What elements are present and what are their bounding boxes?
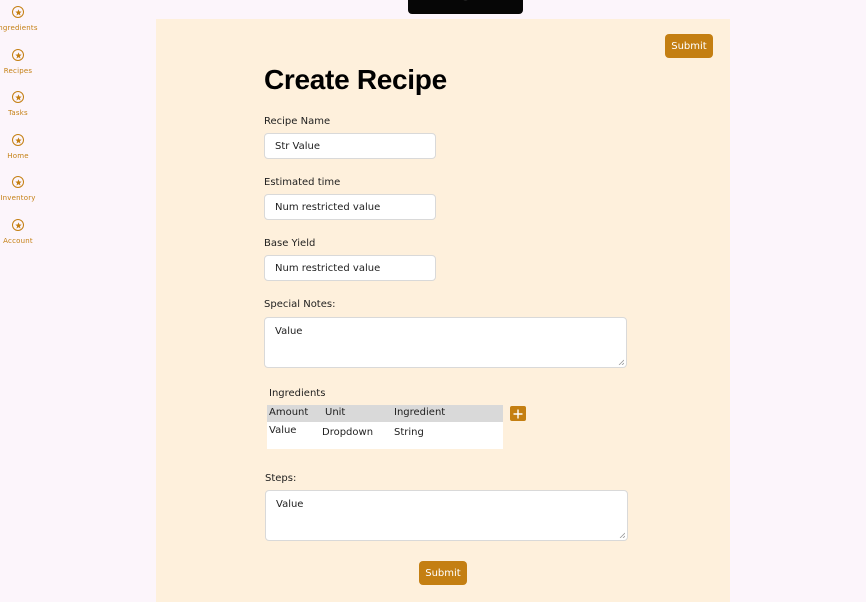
steps-textarea[interactable]: Value <box>265 490 628 541</box>
resize-grip-icon[interactable] <box>618 359 624 365</box>
special-notes-textarea[interactable]: Value <box>264 317 627 368</box>
steps-label: Steps: <box>265 473 297 484</box>
sidebar-item-label: ngredients <box>0 24 38 32</box>
sidebar-item-label: Inventory <box>0 194 36 202</box>
base-yield-input[interactable]: Num restricted value <box>264 255 436 281</box>
sidebar-item-account[interactable]: Account <box>0 219 36 245</box>
star-icon <box>12 6 24 18</box>
base-yield-label: Base Yield <box>264 238 316 249</box>
sidebar-item-inventory[interactable]: Inventory <box>0 176 36 202</box>
sidebar-item-home[interactable]: Home <box>0 134 36 160</box>
estimated-time-label: Estimated time <box>264 177 341 188</box>
base-yield-value: Num restricted value <box>275 262 381 274</box>
special-notes-label: Special Notes: <box>264 299 336 310</box>
submit-button-top[interactable]: Submit <box>665 34 713 58</box>
star-icon <box>12 219 24 231</box>
column-header-amount: Amount <box>269 407 309 418</box>
resize-grip-icon[interactable] <box>619 532 625 538</box>
amount-cell[interactable]: Value <box>269 425 296 436</box>
estimated-time-value: Num restricted value <box>275 201 381 213</box>
star-icon <box>12 134 24 146</box>
unit-dropdown[interactable]: Dropdown <box>322 427 373 438</box>
steps-value: Value <box>276 499 304 510</box>
star-icon <box>12 91 24 103</box>
estimated-time-input[interactable]: Num restricted value <box>264 194 436 220</box>
ingredients-table: Amount Unit Ingredient Value Dropdown St… <box>267 405 503 449</box>
sidebar-item-label: Tasks <box>8 109 28 117</box>
star-icon <box>12 49 24 61</box>
column-header-ingredient: Ingredient <box>394 407 446 418</box>
recipe-name-value: Str Value <box>275 140 321 152</box>
recipe-name-input[interactable]: Str Value <box>264 133 436 159</box>
add-ingredient-button[interactable] <box>510 406 526 421</box>
create-recipe-panel: Submit Create Recipe Recipe Name Str Val… <box>156 19 730 602</box>
ingredient-cell[interactable]: String <box>394 427 424 438</box>
sidebar-item-recipes[interactable]: Recipes <box>0 49 36 75</box>
sidebar-item-label: Recipes <box>3 67 33 75</box>
table-header: Amount Unit Ingredient <box>267 405 503 422</box>
recipe-name-label: Recipe Name <box>264 116 331 127</box>
plus-icon <box>513 409 523 418</box>
star-icon <box>12 176 24 188</box>
camera-dot <box>463 0 468 1</box>
camera-notch <box>408 0 523 14</box>
sidebar-item-ingredients[interactable]: ngredients <box>0 6 38 32</box>
special-notes-value: Value <box>275 326 303 337</box>
sidebar-item-label: Home <box>7 152 29 160</box>
submit-button-bottom[interactable]: Submit <box>419 561 467 585</box>
sidebar-item-label: Account <box>3 237 33 245</box>
sidebar-item-tasks[interactable]: Tasks <box>0 91 36 117</box>
column-header-unit: Unit <box>325 407 346 418</box>
page-title: Create Recipe <box>264 64 447 95</box>
ingredients-label: Ingredients <box>269 388 326 399</box>
